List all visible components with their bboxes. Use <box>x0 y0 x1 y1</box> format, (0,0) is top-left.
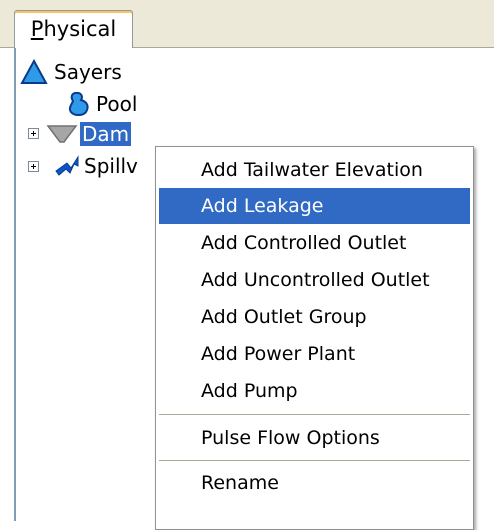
tab-physical[interactable]: Physical <box>14 10 133 48</box>
menu-item-add-pump[interactable]: Add Pump <box>159 373 470 409</box>
tree-node-pool[interactable]: Pool <box>68 88 137 120</box>
tab-mnemonic: P <box>30 17 44 41</box>
menu-separator <box>159 414 470 415</box>
tree-node-label: Dam <box>80 122 132 146</box>
triangle-icon <box>20 59 48 84</box>
menu-item-pulse-flow-options[interactable]: Pulse Flow Options <box>159 420 470 456</box>
menu-item-rename[interactable]: Rename <box>159 465 470 501</box>
context-menu: Add Tailwater Elevation Add Leakage Add … <box>155 146 474 530</box>
pool-icon <box>68 91 89 116</box>
tree-node-dam[interactable]: Dam <box>46 118 132 150</box>
tab-label-rest: hysical <box>43 17 117 41</box>
tree-node-label: Pool <box>96 92 138 116</box>
menu-item-add-controlled-outlet[interactable]: Add Controlled Outlet <box>159 225 470 261</box>
spillway-icon <box>55 155 79 176</box>
menu-item-add-uncontrolled-outlet[interactable]: Add Uncontrolled Outlet <box>159 262 470 298</box>
tab-strip: Physical <box>0 0 494 48</box>
menu-item-add-tailwater-elevation[interactable]: Add Tailwater Elevation <box>159 152 470 188</box>
expand-spillway-toggle[interactable] <box>28 161 39 172</box>
tree-node-label: Spillv <box>84 154 138 178</box>
menu-separator <box>159 460 470 461</box>
expand-dam-toggle[interactable] <box>28 128 39 139</box>
menu-item-add-outlet-group[interactable]: Add Outlet Group <box>159 299 470 335</box>
dam-icon <box>46 125 78 143</box>
tree-node-sayers[interactable]: Sayers <box>20 56 122 88</box>
tree-node-label: Sayers <box>54 60 122 84</box>
tree-node-spillway[interactable]: Spillv <box>54 150 138 182</box>
menu-item-add-leakage[interactable]: Add Leakage <box>159 188 470 224</box>
menu-item-add-power-plant[interactable]: Add Power Plant <box>159 336 470 372</box>
